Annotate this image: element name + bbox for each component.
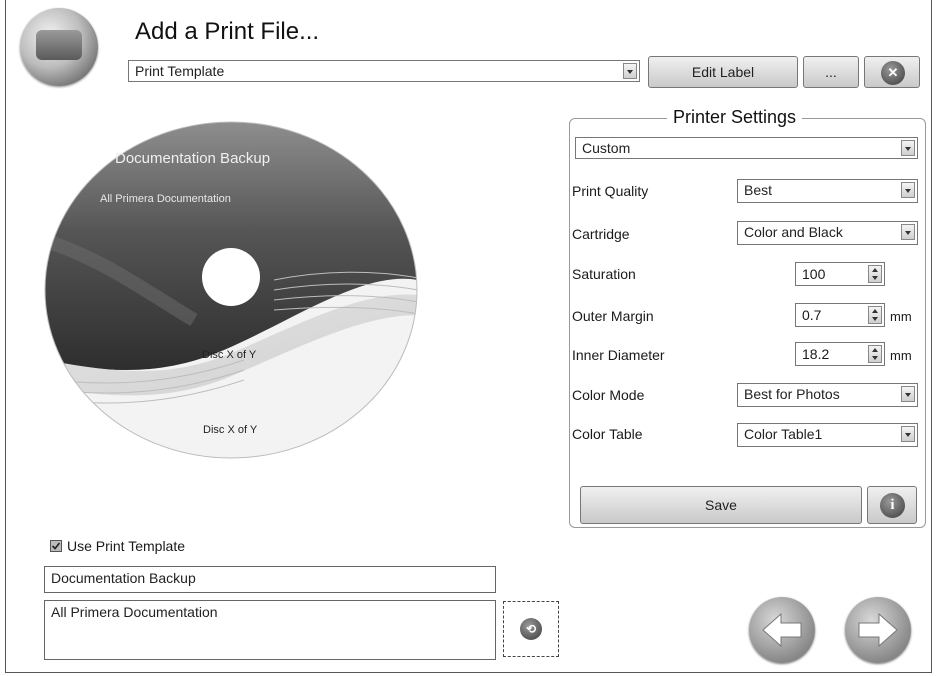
outer-margin-label: Outer Margin [572, 308, 654, 324]
disc-number-lower: Disc X of Y [203, 424, 258, 436]
inner-diameter-label: Inner Diameter [572, 347, 665, 363]
template-select-value: Print Template [135, 63, 225, 79]
arrow-right-icon [858, 612, 898, 648]
inner-diameter-unit: mm [890, 348, 912, 363]
color-mode-value: Best for Photos [744, 386, 840, 402]
color-mode-label: Color Mode [572, 387, 645, 403]
inner-diameter-value: 18.2 [802, 346, 830, 362]
chevron-down-icon[interactable] [901, 426, 915, 442]
color-table-label: Color Table [572, 426, 643, 442]
preset-select[interactable]: Custom [575, 137, 918, 159]
preset-value: Custom [582, 140, 631, 156]
printer-settings-title: Printer Settings [667, 107, 803, 128]
color-table-select[interactable]: Color Table1 [737, 423, 918, 447]
stepper-arrows-icon[interactable] [868, 345, 882, 363]
use-template-label: Use Print Template [67, 538, 186, 554]
stepper-arrows-icon[interactable] [868, 265, 882, 283]
field-action-button[interactable]: ⟲ [503, 601, 559, 657]
edit-label-button[interactable]: Edit Label [648, 56, 798, 88]
close-button[interactable]: ✕ [864, 56, 920, 88]
info-button[interactable]: i [867, 486, 917, 524]
outer-margin-value: 0.7 [802, 307, 822, 323]
page-title: Add a Print File... [135, 18, 320, 45]
saturation-value: 100 [802, 266, 826, 282]
save-button[interactable]: Save [580, 486, 862, 524]
close-icon: ✕ [881, 61, 905, 85]
color-table-value: Color Table1 [744, 426, 823, 442]
chevron-down-icon[interactable] [901, 224, 915, 240]
next-button[interactable] [845, 597, 911, 663]
color-mode-select[interactable]: Best for Photos [737, 383, 918, 407]
cartridge-label: Cartridge [572, 226, 630, 242]
printer-app-icon [20, 8, 98, 86]
disc-title-text: Documentation Backup [115, 150, 271, 167]
stepper-arrows-icon[interactable] [868, 306, 882, 324]
print-quality-select[interactable]: Best [737, 179, 918, 203]
info-icon: i [880, 493, 905, 518]
disc-preview [44, 121, 418, 459]
checkmark-icon [51, 542, 61, 550]
template-select[interactable]: Print Template [128, 60, 640, 82]
disc-subtitle-text: All Primera Documentation [100, 193, 231, 205]
saturation-label: Saturation [572, 266, 636, 282]
outer-margin-stepper[interactable]: 0.7 [795, 303, 885, 327]
template-field-1[interactable]: Documentation Backup [44, 566, 496, 593]
template-field-2[interactable]: All Primera Documentation [44, 600, 496, 660]
chevron-down-icon[interactable] [623, 63, 637, 79]
disc-number-upper: Disc X of Y [202, 349, 257, 361]
chevron-down-icon[interactable] [901, 140, 915, 156]
outer-margin-unit: mm [890, 309, 912, 324]
cartridge-select[interactable]: Color and Black [737, 221, 918, 245]
cartridge-value: Color and Black [744, 224, 843, 240]
more-button[interactable]: ... [803, 56, 859, 88]
chevron-down-icon[interactable] [901, 182, 915, 198]
chevron-down-icon[interactable] [901, 386, 915, 402]
print-quality-value: Best [744, 182, 773, 198]
back-button[interactable] [749, 597, 815, 663]
edit-field-icon: ⟲ [520, 618, 542, 640]
print-quality-label: Print Quality [572, 183, 649, 199]
use-template-checkbox[interactable] [50, 540, 62, 552]
saturation-stepper[interactable]: 100 [795, 262, 885, 286]
arrow-left-icon [762, 612, 802, 648]
inner-diameter-stepper[interactable]: 18.2 [795, 342, 885, 366]
